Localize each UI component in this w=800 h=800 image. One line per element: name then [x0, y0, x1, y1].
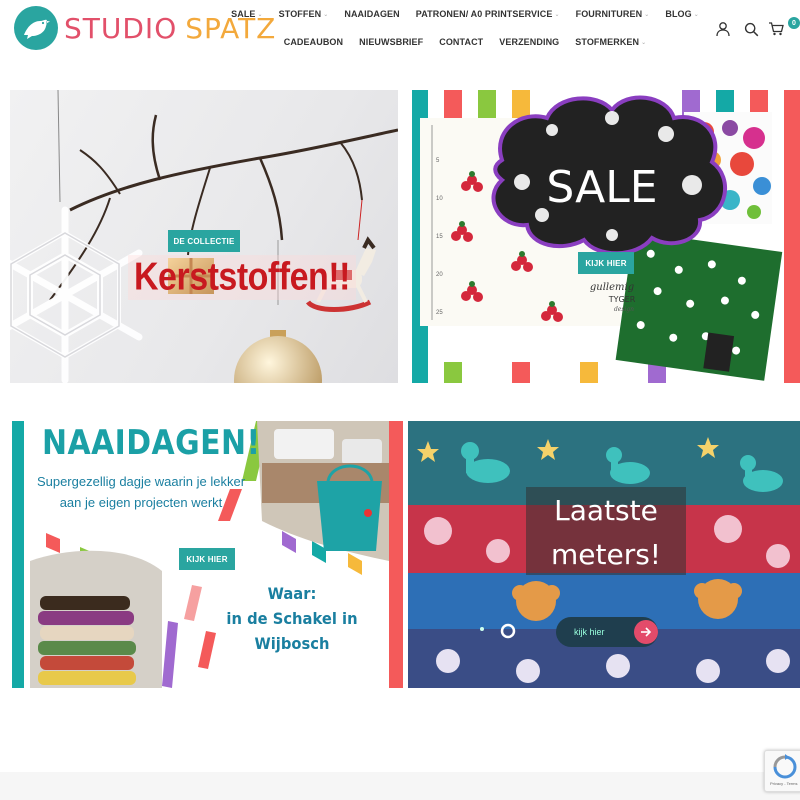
naaidagen-subtitle: Supergezellig dagje waarin je lekker aan…	[36, 471, 246, 513]
naaidagen-title: NAAIDAGEN!	[42, 423, 261, 463]
arrow-right-icon	[634, 620, 658, 644]
nav-item-label: SALE	[231, 9, 256, 19]
nav-item-nieuwsbrief[interactable]: NIEUWSBRIEF	[359, 37, 423, 47]
header-icons: 0	[710, 17, 800, 40]
chevron-down-icon: ⌄	[693, 11, 699, 18]
ruler-tick-label: 15	[436, 234, 443, 240]
nav-item-label: STOFFEN	[278, 9, 322, 19]
main-nav: SALE ⌄ STOFFEN ⌄ NAAIDAGEN PATRONEN/ A0 PRINT…	[231, 0, 699, 56]
chevron-down-icon: ⌄	[554, 11, 560, 18]
nav-item-label: CONTACT	[439, 37, 484, 47]
bird-icon	[14, 6, 58, 50]
nav-item-verzending[interactable]: VERZENDING	[499, 37, 559, 47]
ruler-tick-label: 20	[436, 272, 443, 278]
banner-kerst-title: Kerststoffen!!	[128, 255, 356, 300]
nav-item-label: PATRONEN/ A0 PRINTSERVICE	[415, 9, 553, 19]
footer-band	[0, 772, 800, 800]
nav-item-blog[interactable]: BLOG ⌄	[665, 9, 699, 19]
site-header: STUDIO SPATZ SALE ⌄ STOFFEN ⌄ NAAIDAGEN PATRON…	[0, 0, 800, 64]
cart-button[interactable]: 0	[766, 17, 800, 40]
ruler-tick-label: 25	[436, 310, 443, 316]
search-icon[interactable]	[738, 18, 764, 40]
naaidagen-where-label: Waar:	[267, 584, 317, 603]
nav-item-naaidagen[interactable]: NAAIDAGEN	[344, 9, 399, 19]
sale-title: SALE	[546, 162, 657, 213]
recaptcha-icon	[773, 754, 797, 779]
nav-item-cadeaubon[interactable]: CADEAUBON	[284, 37, 343, 47]
nav-item-label: NAAIDAGEN	[344, 9, 400, 19]
svg-text:TYGER: TYGER	[608, 295, 636, 304]
page: { "brand": { "name_part1": "STUDIO", "na…	[0, 0, 800, 800]
laatste-meters-button-label: kijk hier	[574, 627, 605, 637]
cart-count-badge: 0	[788, 17, 800, 29]
recaptcha-text: Privacy - Terms	[770, 781, 798, 786]
sale-kijk-hier-button[interactable]: KIJK HIER	[578, 252, 634, 274]
chevron-down-icon: ⌄	[323, 11, 329, 18]
nav-item-stofmerken[interactable]: STOFMERKEN ⌄	[575, 37, 646, 47]
chevron-down-icon: ⌄	[641, 39, 647, 46]
banner-naaidagen[interactable]: NAAIDAGEN! Supergezellig dagje waarin je…	[12, 421, 403, 688]
naaidagen-subtitle-line2: aan je eigen projecten werkt	[59, 495, 223, 510]
banner-sale[interactable]: SALE 5 10 15 20 25 gullemig TYGER design KIJ…	[412, 90, 800, 383]
sale-decoration: SALE 510152025 gullemig TYGER design	[412, 90, 800, 383]
naaidagen-subtitle-line1: Supergezellig dagje waarin je lekker	[36, 474, 246, 489]
naaidagen-location: Waar: in de Schakel in Wijbosch	[200, 581, 384, 656]
nav-item-sale[interactable]: SALE ⌄	[231, 9, 263, 19]
nav-row-1: SALE ⌄ STOFFEN ⌄ NAAIDAGEN PATRONEN/ A0 PRINT…	[231, 0, 699, 28]
user-icon[interactable]	[710, 18, 736, 40]
nav-item-patronen-a0-printservice[interactable]: PATRONEN/ A0 PRINTSERVICE ⌄	[416, 9, 560, 19]
laatste-meters-kijk-hier-button[interactable]: kijk hier	[556, 617, 658, 647]
nav-row-2: CADEAUBON NIEUWSBRIEF CONTACT VERZENDING STO…	[240, 28, 690, 56]
nav-item-label: NIEUWSBRIEF	[359, 37, 424, 47]
nav-item-fournituren[interactable]: FOURNITUREN ⌄	[576, 9, 650, 19]
chevron-down-icon: ⌄	[644, 11, 650, 18]
nav-item-label: VERZENDING	[499, 37, 560, 47]
recaptcha-badge[interactable]: Privacy - Terms	[764, 750, 800, 792]
banner-laatste-meters[interactable]: Laatste meters! kijk hier	[408, 421, 800, 688]
chevron-down-icon: ⌄	[257, 11, 263, 18]
svg-text:design: design	[614, 306, 634, 313]
svg-text:gullemig: gullemig	[590, 282, 634, 293]
nav-item-label: CADEAUBON	[283, 37, 344, 47]
nav-item-label: BLOG	[665, 9, 692, 19]
nav-item-stoffen[interactable]: STOFFEN ⌄	[279, 9, 329, 19]
naaidagen-kijk-hier-button[interactable]: KIJK HIER	[179, 548, 235, 570]
laatste-meters-title-line2: meters!	[550, 538, 662, 571]
banner-kerststoffen[interactable]: Kerststoffen!! DE COLLECTIE	[10, 90, 398, 383]
nav-item-label: FOURNITUREN	[575, 9, 643, 19]
nav-item-contact[interactable]: CONTACT	[439, 37, 483, 47]
kerst-collection-button[interactable]: DE COLLECTIE	[168, 230, 240, 252]
ruler-tick-label: 10	[436, 196, 443, 202]
cart-icon	[769, 22, 784, 36]
naaidagen-where-value: in de Schakel in Wijbosch	[226, 609, 358, 653]
nav-item-label: STOFMERKEN	[575, 37, 640, 47]
laatste-meters-title-line1: Laatste	[554, 494, 658, 527]
laatste-meters-title: Laatste meters!	[526, 489, 686, 577]
